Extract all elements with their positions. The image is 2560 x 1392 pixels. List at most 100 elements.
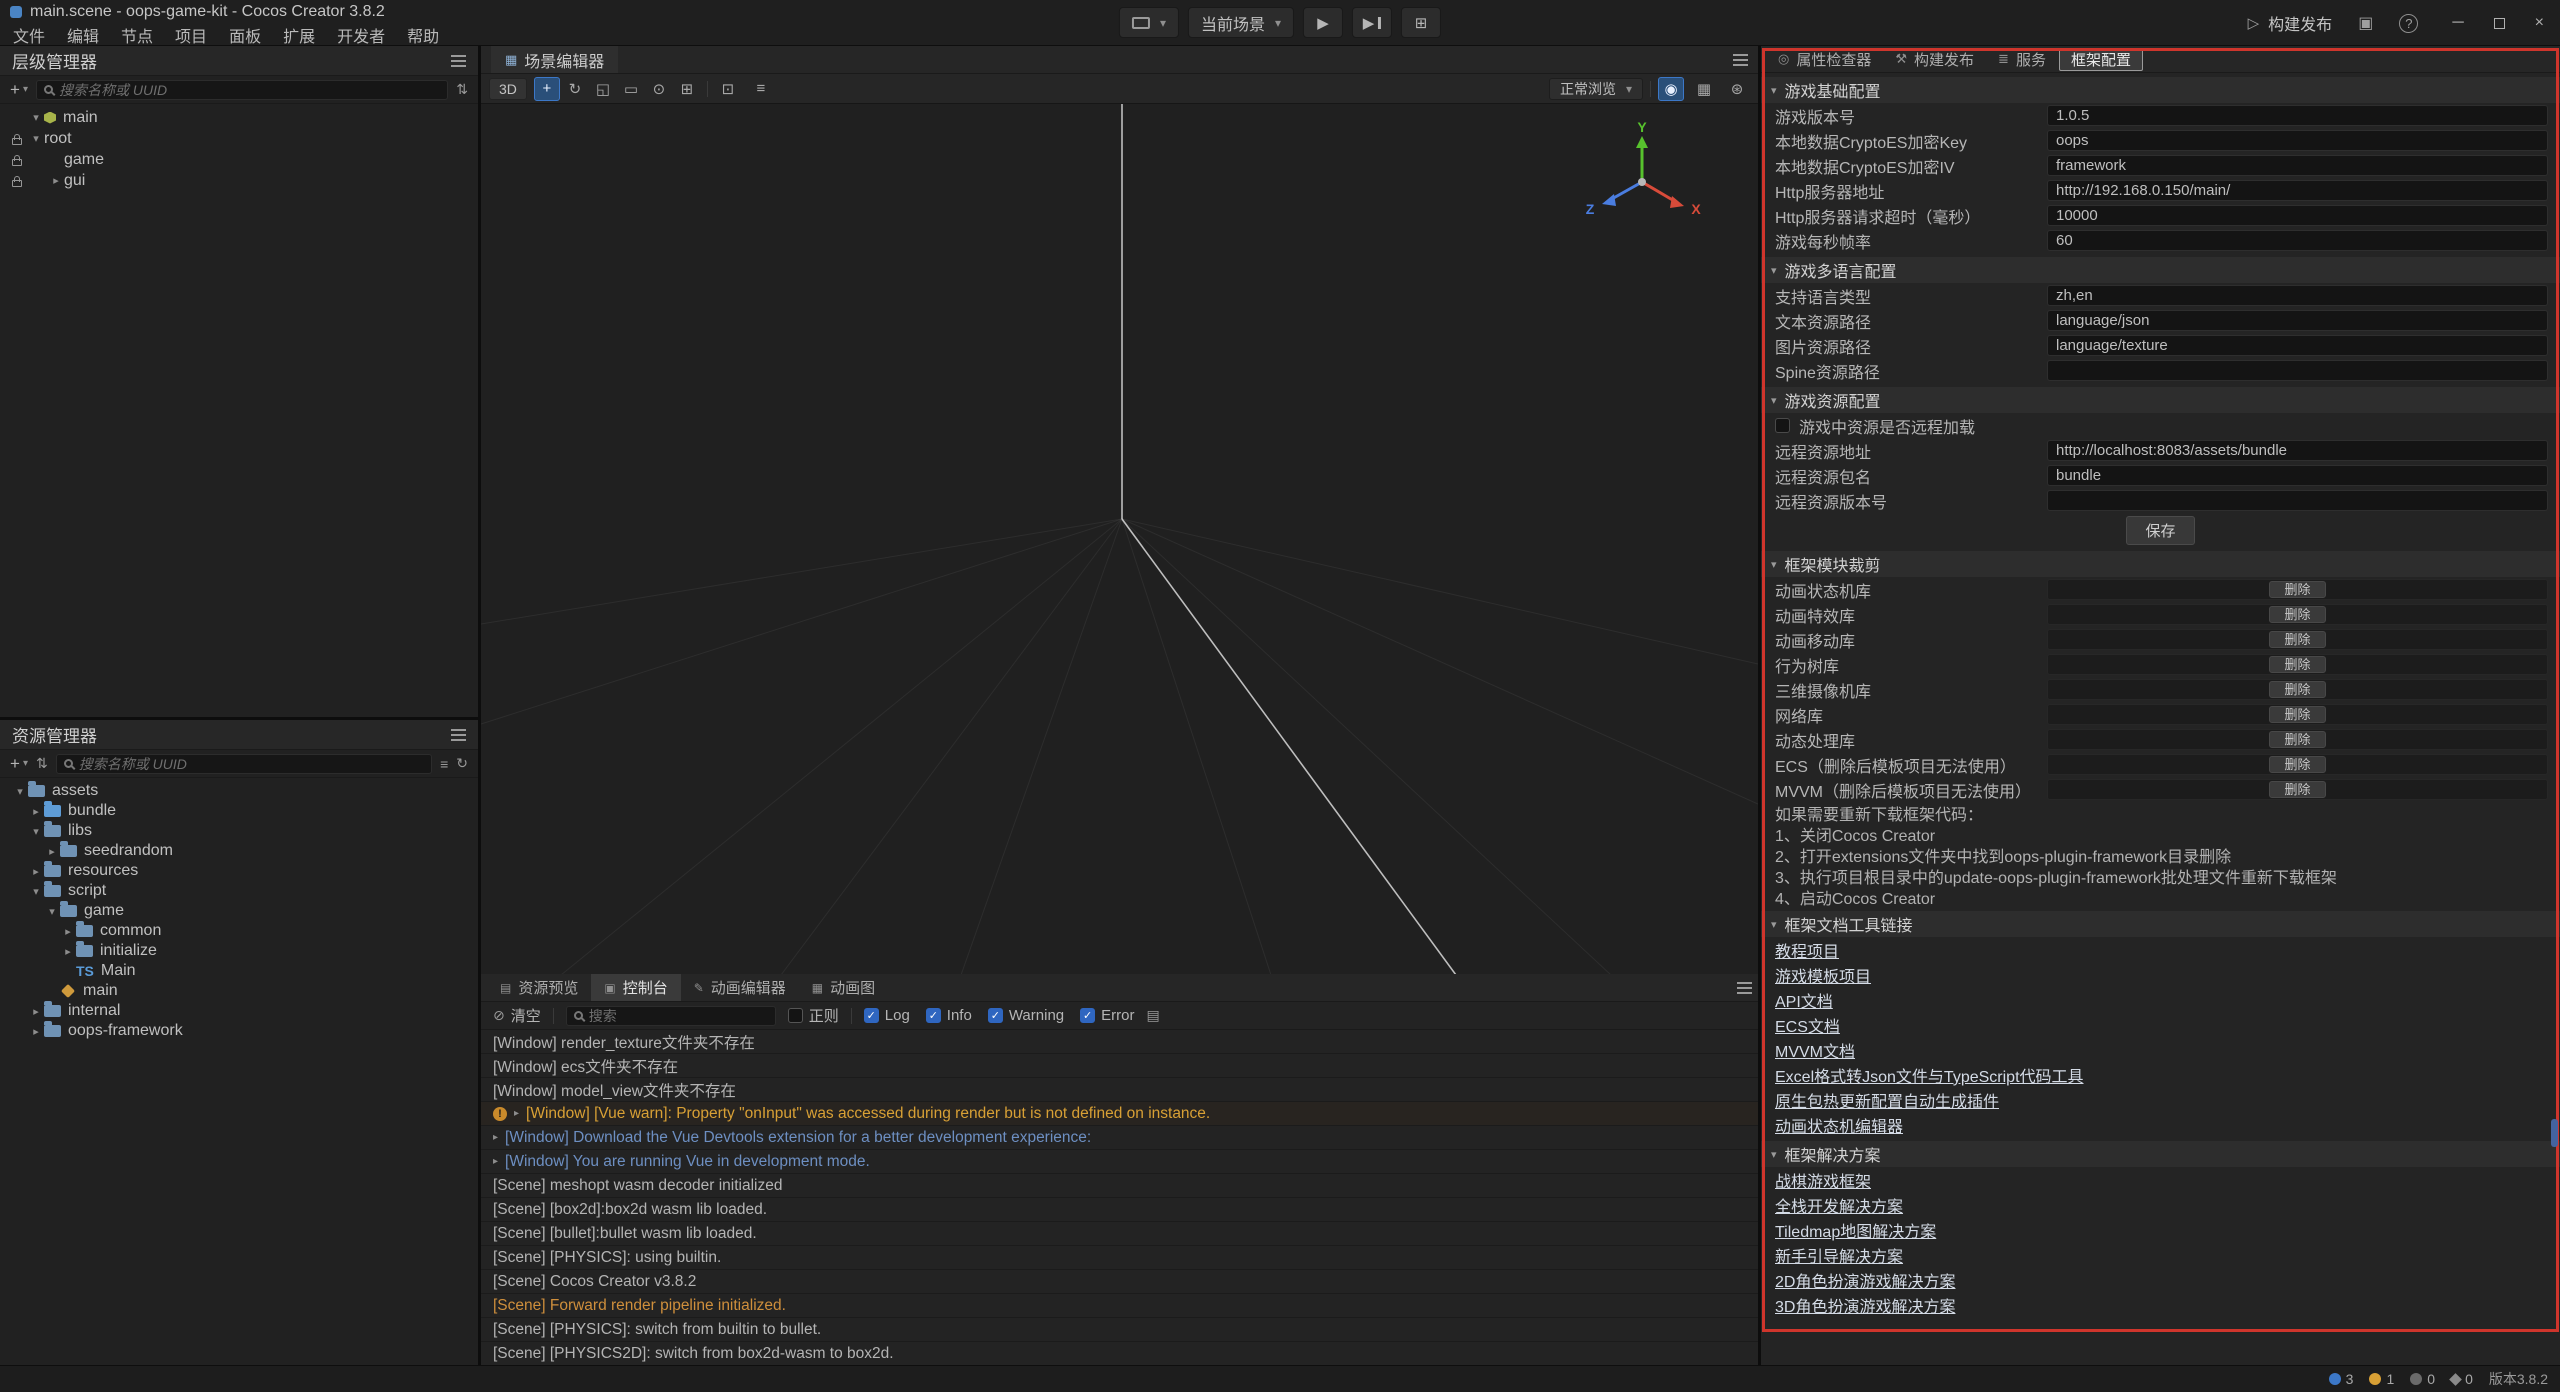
rect-tool-button[interactable]: ▭ — [618, 77, 644, 101]
property-input[interactable] — [2047, 230, 2548, 251]
chevron-right-icon[interactable]: ▸ — [493, 1156, 498, 1167]
chevron-right-icon[interactable]: ▸ — [28, 1025, 44, 1038]
checkbox-icon[interactable]: ✓ — [1080, 1008, 1095, 1023]
doc-link[interactable]: 2D角色扮演游戏解决方案 — [1775, 1268, 1955, 1292]
console-log-row[interactable]: [Scene] [PHYSICS2D]: switch from box2d-w… — [481, 1342, 1758, 1365]
console-search-box[interactable] — [566, 1006, 776, 1026]
hierarchy-search-box[interactable] — [36, 80, 448, 100]
console-log-row[interactable]: [Scene] Forward render pipeline initiali… — [481, 1294, 1758, 1318]
console-filter-Info[interactable]: ✓Info — [926, 1007, 972, 1024]
panel-menu-icon[interactable] — [451, 734, 466, 736]
scene-select[interactable]: 当前场景 ▾ — [1188, 7, 1294, 38]
console-log-row[interactable]: [Scene] [PHYSICS]: using builtin. — [481, 1246, 1758, 1270]
chevron-right-icon[interactable]: ▸ — [28, 805, 44, 818]
log-file-icon[interactable]: ▤ — [1146, 1007, 1159, 1024]
play-button[interactable]: ▶ — [1303, 7, 1343, 38]
error-count-badge[interactable]: 0 — [2410, 1371, 2435, 1387]
doc-link[interactable]: 3D角色扮演游戏解决方案 — [1775, 1293, 1955, 1317]
property-input[interactable] — [2047, 440, 2548, 461]
hierarchy-node-gui[interactable]: ▸gui — [0, 170, 478, 191]
section-header[interactable]: ▾游戏基础配置 — [1761, 77, 2560, 103]
section-header[interactable]: ▾框架模块裁剪 — [1761, 551, 2560, 577]
delete-button[interactable]: 删除 — [2269, 706, 2325, 723]
asset-node-libs[interactable]: ▾libs — [0, 821, 478, 841]
filter-icon[interactable]: ≡ — [440, 756, 448, 772]
section-header[interactable]: ▾框架解决方案 — [1761, 1141, 2560, 1167]
maximize-button[interactable] — [2494, 18, 2505, 29]
console-filter-Warning[interactable]: ✓Warning — [988, 1007, 1064, 1024]
console-log-row[interactable]: !▸[Window] [Vue warn]: Property "onInput… — [481, 1102, 1758, 1126]
property-input[interactable] — [2047, 310, 2548, 331]
doc-link[interactable]: ECS文档 — [1775, 1013, 1840, 1037]
step-button[interactable]: ▶ — [1352, 7, 1392, 38]
import-icon[interactable]: ⇅ — [36, 755, 48, 772]
chevron-right-icon[interactable]: ▸ — [493, 1132, 498, 1143]
delete-button[interactable]: 删除 — [2269, 581, 2325, 598]
tab-构建发布[interactable]: ⚒构建发布 — [1884, 46, 1985, 73]
delete-button[interactable]: 删除 — [2269, 756, 2325, 773]
asset-node-bundle[interactable]: ▸bundle — [0, 801, 478, 821]
delete-button[interactable]: 删除 — [2269, 656, 2325, 673]
chevron-right-icon[interactable]: ▸ — [44, 845, 60, 858]
property-input[interactable] — [2047, 180, 2548, 201]
move-tool-button[interactable]: + — [534, 77, 560, 101]
doc-link[interactable]: MVVM文档 — [1775, 1038, 1855, 1062]
property-input[interactable] — [2047, 360, 2548, 381]
tab-动画编辑器[interactable]: ✎动画编辑器 — [681, 974, 799, 1001]
hierarchy-search-input[interactable] — [59, 82, 440, 98]
gizmo-space-button[interactable]: ⊡ — [715, 77, 741, 101]
menu-item-编辑[interactable]: 编辑 — [56, 23, 110, 47]
add-node-button[interactable]: +▾ — [10, 80, 28, 100]
tab-属性检查器[interactable]: ◎属性检查器 — [1767, 46, 1882, 73]
snap-settings-button[interactable]: ≡ — [748, 77, 774, 101]
tab-服务[interactable]: ≣服务 — [1987, 46, 2057, 73]
scrollbar-thumb[interactable] — [2551, 1119, 2558, 1147]
doc-link[interactable]: 动画状态机编辑器 — [1775, 1113, 1903, 1137]
console-filter-Error[interactable]: ✓Error — [1080, 1007, 1134, 1024]
snap-tool-button[interactable]: ⊞ — [674, 77, 700, 101]
task-count-badge[interactable]: 0 — [2451, 1371, 2473, 1387]
doc-link[interactable]: API文档 — [1775, 988, 1833, 1012]
chevron-down-icon[interactable]: ▾ — [12, 785, 28, 798]
doc-link[interactable]: 教程项目 — [1775, 938, 1839, 962]
orientation-gizmo[interactable]: Y X Z — [1572, 116, 1712, 226]
delete-button[interactable]: 删除 — [2269, 681, 2325, 698]
property-input[interactable] — [2047, 285, 2548, 306]
chevron-right-icon[interactable]: ▸ — [48, 174, 64, 187]
mode-3d-toggle[interactable]: 3D — [489, 78, 527, 100]
assets-search-box[interactable] — [56, 754, 432, 774]
regex-toggle[interactable]: 正则 — [788, 1005, 839, 1026]
asset-node-resources[interactable]: ▸resources — [0, 861, 478, 881]
preview-grid-button[interactable]: ⊞ — [1401, 7, 1441, 38]
section-header[interactable]: ▾框架文档工具链接 — [1761, 911, 2560, 937]
pivot-tool-button[interactable]: ⊙ — [646, 77, 672, 101]
console-log-row[interactable]: ▸[Window] Download the Vue Devtools exte… — [481, 1126, 1758, 1150]
chevron-down-icon[interactable]: ▾ — [28, 885, 44, 898]
delete-button[interactable]: 删除 — [2269, 606, 2325, 623]
tab-资源预览[interactable]: ▤资源预览 — [487, 974, 591, 1001]
chevron-down-icon[interactable]: ▾ — [28, 825, 44, 838]
doc-link[interactable]: 战棋游戏框架 — [1775, 1168, 1871, 1192]
doc-link[interactable]: 全栈开发解决方案 — [1775, 1193, 1903, 1217]
scale-tool-button[interactable]: ◱ — [590, 77, 616, 101]
console-log-row[interactable]: ▸[Window] You are running Vue in develop… — [481, 1150, 1758, 1174]
asset-node-initialize[interactable]: ▸initialize — [0, 941, 478, 961]
chevron-right-icon[interactable]: ▸ — [28, 865, 44, 878]
property-input[interactable] — [2047, 105, 2548, 126]
doc-link[interactable]: 新手引导解决方案 — [1775, 1243, 1903, 1267]
menu-item-帮助[interactable]: 帮助 — [396, 23, 450, 47]
property-input[interactable] — [2047, 335, 2548, 356]
platform-select[interactable]: ▾ — [1119, 7, 1179, 38]
scene-light-button[interactable]: ◉ — [1658, 77, 1684, 101]
hierarchy-node-main[interactable]: ▾main — [0, 107, 478, 128]
delete-button[interactable]: 删除 — [2269, 631, 2325, 648]
console-log-row[interactable]: [Scene] [PHYSICS]: switch from builtin t… — [481, 1318, 1758, 1342]
property-input[interactable] — [2047, 155, 2548, 176]
console-log-row[interactable]: [Window] render_texture文件夹不存在 — [481, 1030, 1758, 1054]
chevron-right-icon[interactable]: ▸ — [60, 945, 76, 958]
tab-scene-editor[interactable]: ▦ 场景编辑器 — [491, 46, 618, 73]
rotate-tool-button[interactable]: ↻ — [562, 77, 588, 101]
delete-button[interactable]: 删除 — [2269, 731, 2325, 748]
section-header[interactable]: ▾游戏资源配置 — [1761, 387, 2560, 413]
view-mode-select[interactable]: 正常浏览 ▾ — [1549, 78, 1643, 100]
